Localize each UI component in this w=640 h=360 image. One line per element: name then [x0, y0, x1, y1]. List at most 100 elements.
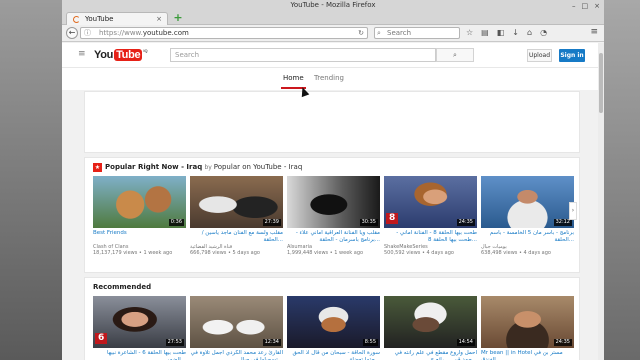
- video-duration: 12:34: [262, 339, 281, 346]
- video-title[interactable]: برنامج - باسر مان 5 الخامسة - باسم الحلق…: [481, 230, 574, 244]
- video-meta: 500,592 views • 4 days ago: [384, 250, 454, 256]
- youtube-page: ≡ You Tube IQ Search ⌕ Upload Sign in Home…: [62, 43, 604, 360]
- shelf-by: by: [204, 164, 212, 171]
- video-thumbnail[interactable]: 8:55: [287, 296, 380, 348]
- pocket-icon[interactable]: ◧: [497, 28, 505, 37]
- ad-banner-slot: [84, 91, 580, 153]
- scrollbar-thumb[interactable]: [599, 53, 603, 113]
- video-card[interactable]: 14:54 احمل واروع مقطع في علم رانته في حم…: [384, 296, 477, 360]
- video-card[interactable]: 27:39 مقلب ولسة مع الفنان ماجد ياسين / ا…: [190, 176, 283, 256]
- youtube-header: ≡ You Tube IQ Search ⌕ Upload Sign in: [62, 43, 604, 68]
- youtube-search-button[interactable]: ⌕: [436, 48, 474, 62]
- shelf-title: ★ Popular Right Now - Iraq by Popular on…: [85, 158, 579, 176]
- page-scrollbar[interactable]: [598, 43, 604, 360]
- shelf-next-arrow[interactable]: ›: [569, 202, 577, 220]
- video-title[interactable]: مقلب ولسة مع الفنان ماجد ياسين / الحلقة.…: [190, 230, 283, 244]
- guide-menu-icon[interactable]: ≡: [78, 49, 86, 59]
- video-card[interactable]: 8:55 سورة الحاقة - سبحان من قال اذ الحق …: [287, 296, 380, 360]
- browser-search-placeholder: Search: [387, 29, 412, 37]
- video-card[interactable]: 8 24:35 طحت بيها الحلقة 8 - الفنانة امان…: [384, 176, 477, 256]
- video-duration: 8:55: [362, 339, 378, 346]
- shelf-title-text: Recommended: [93, 283, 152, 291]
- desktop-background-right: [604, 0, 640, 360]
- navigation-toolbar: ← ⓘ https://www.youtube.com ↻ ⌕ Search ☆…: [62, 25, 604, 42]
- video-card[interactable]: 6 27:53 طحت بيها الحلقة 6 - الشاعرة نبيه…: [93, 296, 186, 360]
- youtube-search-placeholder: Search: [175, 51, 200, 59]
- video-card[interactable]: 12:34 القارئ رعد محمد الكردي اجمل تلاوة …: [190, 296, 283, 360]
- new-tab-button[interactable]: +: [172, 12, 184, 24]
- search-icon: ⌕: [377, 29, 381, 37]
- video-row: 0:36 Best Friends Clash of Clans 18,137,…: [85, 176, 579, 256]
- tab-close-icon[interactable]: ×: [156, 13, 162, 25]
- video-title[interactable]: طحت بيها الحلقة 6 - الشاعرة نبيها الضمر.…: [93, 350, 186, 360]
- desktop-background-left: [0, 0, 62, 360]
- video-duration: 32:12: [553, 219, 572, 226]
- tab-youtube[interactable]: YouTube ×: [66, 12, 168, 25]
- url-domain: youtube.com: [142, 29, 189, 37]
- video-row: 6 27:53 طحت بيها الحلقة 6 - الشاعرة نبيه…: [85, 296, 579, 360]
- url-prefix: https://www.: [99, 29, 143, 37]
- shelf-title-text[interactable]: Popular Right Now - Iraq: [105, 163, 202, 171]
- video-thumbnail[interactable]: 24:35: [481, 296, 574, 348]
- window-titlebar: YouTube - Mozilla Firefox – □ ×: [62, 0, 604, 11]
- site-info-icon[interactable]: ⓘ: [84, 28, 91, 38]
- firefox-window: YouTube - Mozilla Firefox – □ × YouTube …: [62, 0, 604, 360]
- video-card[interactable]: 24:35 Mr bean || in Hotel مستر بن في الف…: [481, 296, 574, 360]
- video-duration: 27:53: [165, 339, 184, 346]
- video-card[interactable]: 0:36 Best Friends Clash of Clans 18,137,…: [93, 176, 186, 256]
- download-icon[interactable]: ↓: [512, 28, 519, 37]
- menu-icon[interactable]: ≡: [590, 27, 598, 37]
- episode-badge: 6: [95, 333, 108, 344]
- video-duration: 30:35: [359, 219, 378, 226]
- home-icon[interactable]: ⌂: [527, 28, 532, 37]
- back-button[interactable]: ←: [66, 27, 78, 39]
- tab-label: YouTube: [85, 15, 114, 23]
- tab-home[interactable]: Home: [281, 74, 306, 89]
- video-thumbnail[interactable]: 32:12: [481, 176, 574, 228]
- shelf-title: Recommended: [85, 278, 579, 296]
- recommended-shelf: Recommended 6 27:53 طحت بيها الحلقة 6 - …: [84, 277, 580, 360]
- home-tabs: Home Trending: [62, 68, 604, 90]
- youtube-search-input[interactable]: Search: [170, 48, 436, 62]
- video-duration: 24:35: [456, 219, 475, 226]
- video-title[interactable]: سورة الحاقة - سبحان من قال اذ الحق حتما …: [287, 350, 380, 360]
- video-title[interactable]: احمل واروع مقطع في علم رانته في حمد قبر …: [384, 350, 477, 360]
- video-thumbnail[interactable]: 6 27:53: [93, 296, 186, 348]
- video-thumbnail[interactable]: 8 24:35: [384, 176, 477, 228]
- youtube-logo[interactable]: You Tube IQ: [94, 48, 148, 62]
- video-meta: 18,137,179 views • 1 week ago: [93, 250, 173, 256]
- video-card[interactable]: 30:35 مقلب ويا الفنانة العراقية اماني عل…: [287, 176, 380, 256]
- video-title[interactable]: مقلب ويا الفنانة العراقية اماني علاء - ب…: [287, 230, 380, 244]
- video-thumbnail[interactable]: 27:39: [190, 176, 283, 228]
- url-bar[interactable]: ⓘ https://www.youtube.com ↻: [80, 27, 368, 39]
- shelf-channel-link[interactable]: Popular on YouTube - Iraq: [214, 163, 303, 171]
- browser-search-input[interactable]: ⌕ Search: [374, 27, 460, 39]
- video-title[interactable]: القارئ رعد محمد الكردي اجمل تلاوة في تسج…: [190, 350, 283, 360]
- tab-trending[interactable]: Trending: [314, 74, 344, 82]
- video-meta: 666,798 views • 5 days ago: [190, 250, 260, 256]
- tab-strip: YouTube × +: [62, 11, 604, 25]
- video-thumbnail[interactable]: 12:34: [190, 296, 283, 348]
- episode-badge: 8: [386, 213, 399, 224]
- video-thumbnail[interactable]: 0:36: [93, 176, 186, 228]
- window-title: YouTube - Mozilla Firefox: [290, 1, 376, 9]
- video-duration: 27:39: [262, 219, 281, 226]
- reading-list-icon[interactable]: ▤: [481, 28, 489, 37]
- search-icon: ⌕: [453, 51, 457, 59]
- upload-button[interactable]: Upload: [527, 49, 552, 62]
- video-thumbnail[interactable]: 14:54: [384, 296, 477, 348]
- video-title[interactable]: Best Friends: [93, 230, 186, 244]
- loading-icon: [73, 16, 80, 23]
- video-thumbnail[interactable]: 30:35: [287, 176, 380, 228]
- reload-icon[interactable]: ↻: [358, 28, 364, 38]
- video-duration: 24:35: [553, 339, 572, 346]
- popular-shelf: ★ Popular Right Now - Iraq by Popular on…: [84, 157, 580, 273]
- video-duration: 14:54: [456, 339, 475, 346]
- video-title[interactable]: Mr bean || in Hotel مستر بن في الفندق: [481, 350, 574, 360]
- video-title[interactable]: طحت بيها الحلقة 8 - الفنانة اماني - طحت …: [384, 230, 477, 244]
- sign-in-button[interactable]: Sign in: [559, 49, 585, 62]
- video-card[interactable]: 32:12 برنامج - باسر مان 5 الخامسة - باسم…: [481, 176, 574, 256]
- feed: ★ Popular Right Now - Iraq by Popular on…: [84, 91, 580, 360]
- chat-icon[interactable]: ◔: [540, 28, 547, 37]
- bookmark-star-icon[interactable]: ☆: [466, 28, 473, 37]
